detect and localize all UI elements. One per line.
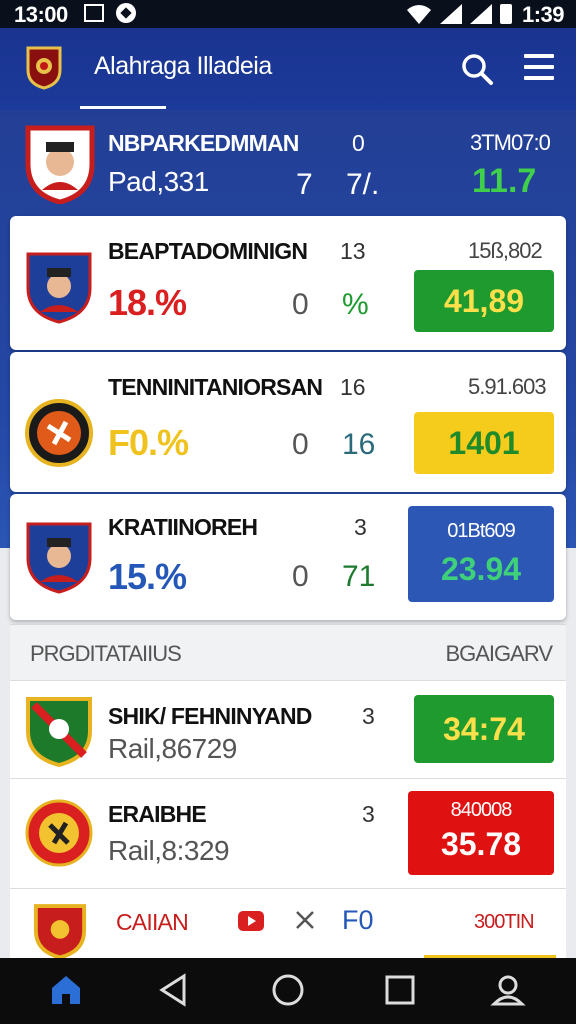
odds-value: 23.94 — [440, 551, 522, 587]
team-crest-icon — [26, 697, 92, 767]
navigation-bar — [0, 958, 576, 1024]
odds-button[interactable]: 01Bt609 23.94 — [408, 506, 554, 602]
profile-icon[interactable] — [490, 972, 526, 1008]
team-crest-icon — [25, 799, 93, 867]
section-title: PRGDITATAIIUS — [30, 641, 182, 666]
team-sub: Rail,86729 — [108, 733, 237, 764]
signal-icon-2 — [470, 4, 492, 24]
team-crest-icon — [25, 125, 95, 204]
score-a: 0 — [292, 560, 309, 593]
match-count: 13 — [340, 238, 366, 264]
app-logo-icon[interactable] — [24, 44, 64, 90]
battery-icon — [500, 4, 512, 24]
signal-icon — [440, 4, 462, 24]
featured-team-name: NBPARKEDMMAN — [108, 130, 299, 156]
odds-button[interactable]: 34:74 — [414, 695, 554, 763]
team-name: KRATIINOREH — [108, 514, 258, 540]
match-card[interactable]: KRATIINOREH 3 15.% 0 71 01Bt609 23.94 — [10, 494, 566, 620]
home-circle-icon[interactable] — [270, 972, 306, 1008]
match-code: 15ß,802 — [468, 238, 543, 263]
featured-code: 3TM07:0 — [470, 130, 551, 155]
match-count: 3 — [362, 801, 375, 827]
score-a: 0 — [292, 428, 309, 461]
section-header: PRGDITATAIIUS BGAIGARV — [10, 624, 566, 680]
notification-icon — [116, 3, 136, 23]
odds-button[interactable]: 1401 — [414, 412, 554, 474]
team-name: BEAPTADOMINIGN — [108, 238, 308, 264]
wifi-icon — [407, 5, 431, 24]
percentage: 18.% — [108, 282, 187, 323]
team-crest-icon — [26, 252, 92, 324]
status-clock: 1:39 — [522, 2, 565, 27]
match-card[interactable]: TENNINITANIORSAN 16 5.91.603 F0.% 0 16 1… — [10, 352, 566, 492]
team-name: TENNINITANIORSAN — [108, 374, 323, 400]
menu-icon[interactable] — [524, 54, 554, 82]
row-mid-value: F0 — [342, 905, 374, 935]
score-b: 71 — [342, 560, 376, 593]
odds-button[interactable]: 41,89 — [414, 270, 554, 332]
team-crest-icon — [25, 399, 93, 467]
odds-value: 35.78 — [440, 826, 522, 862]
match-count: 3 — [354, 514, 367, 540]
team-name: CAIIAN — [116, 909, 189, 935]
odds-button[interactable]: 840008 35.78 — [408, 791, 554, 875]
featured-value: 11.7 — [472, 162, 537, 200]
score-b: 16 — [342, 428, 376, 461]
match-count: 16 — [340, 374, 366, 400]
team-sub: Rail,8:329 — [108, 835, 230, 866]
team-name: SHIK/ FEHNINYAND — [108, 703, 312, 729]
status-bar: 13:00 1:39 — [0, 0, 576, 28]
featured-count: 0 — [352, 130, 365, 156]
team-crest-icon — [33, 904, 87, 958]
list-item[interactable]: CAIIAN F0 300TIN — [10, 888, 566, 958]
team-crest-icon — [26, 522, 92, 594]
percentage: 15.% — [108, 556, 187, 597]
score-a: 0 — [292, 288, 309, 321]
back-icon[interactable] — [156, 972, 192, 1008]
list-item[interactable]: SHIK/ FEHNINYAND 3 Rail,86729 34:74 — [10, 680, 566, 778]
match-code: 5.91.603 — [468, 374, 547, 399]
status-time: 13:00 — [14, 2, 68, 27]
match-card[interactable]: BEAPTADOMINIGN 13 15ß,802 18.% 0 % 41,89 — [10, 216, 566, 350]
team-name: ERAIBHE — [108, 801, 207, 827]
search-icon[interactable] — [460, 52, 494, 86]
section-action[interactable]: BGAIGARV — [445, 641, 553, 667]
home-icon[interactable] — [48, 972, 84, 1008]
featured-match[interactable]: NBPARKEDMMAN Pad,331 0 7 7/. 3TM07:0 11.… — [0, 110, 576, 216]
odds-code: 01Bt609 — [447, 520, 516, 542]
app-title: Alahraga Illadeia — [94, 52, 272, 80]
row-code: 300TIN — [474, 911, 535, 933]
match-count: 3 — [362, 703, 375, 729]
list-item[interactable]: ERAIBHE 3 Rail,8:329 840008 35.78 — [10, 778, 566, 888]
odds-code: 840008 — [450, 799, 513, 821]
featured-team-sub: Pad,331 — [108, 166, 209, 197]
video-icon[interactable] — [238, 911, 264, 931]
featured-score-b: 7/. — [346, 168, 380, 201]
recents-icon[interactable] — [382, 972, 418, 1008]
app-bar: Alahraga Illadeia — [0, 28, 576, 110]
score-b: % — [342, 288, 369, 321]
percentage: F0.% — [108, 422, 189, 463]
tab-indicator — [80, 106, 166, 109]
featured-score-a: 7 — [296, 168, 313, 201]
close-icon[interactable] — [294, 909, 316, 931]
gallery-notification-icon — [84, 4, 104, 22]
